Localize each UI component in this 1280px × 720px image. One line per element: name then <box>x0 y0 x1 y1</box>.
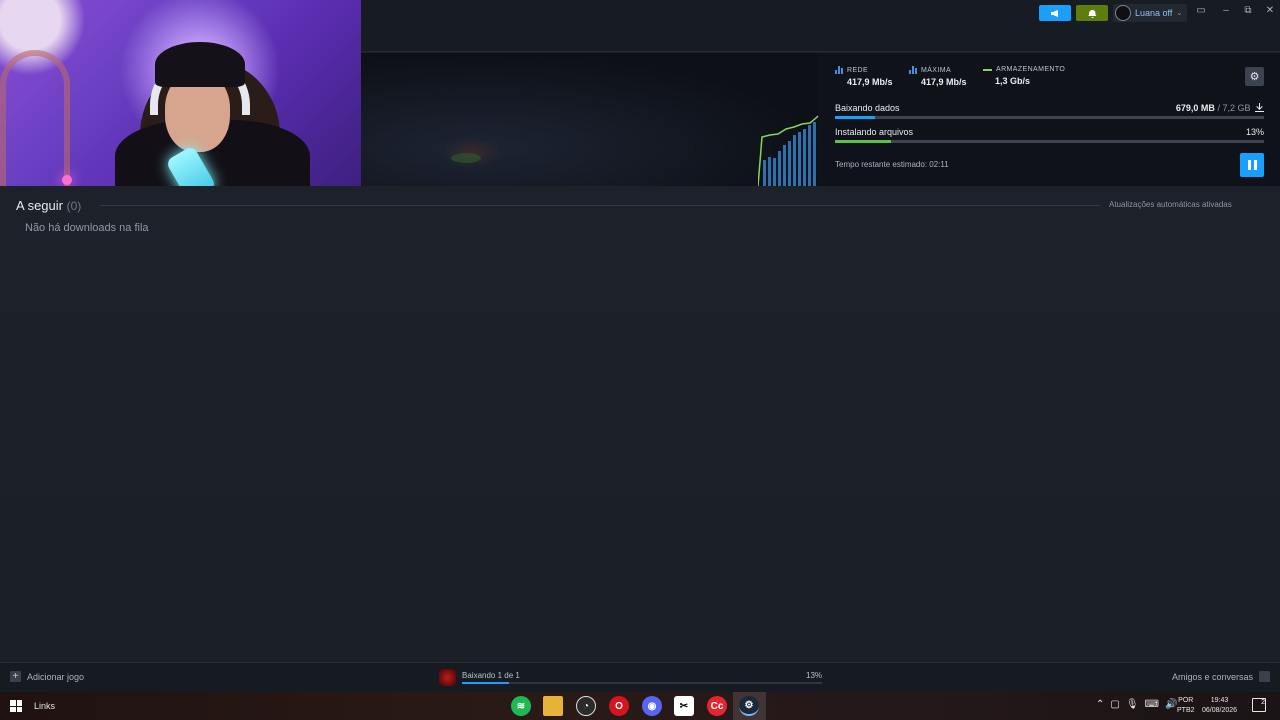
language-code: POR <box>1178 697 1194 704</box>
announcements-button[interactable] <box>1039 5 1071 21</box>
keyboard-layout: PTB2 <box>1177 707 1195 714</box>
queue-count: (0) <box>66 199 82 213</box>
notification-center-icon[interactable]: 2 <box>1252 698 1266 712</box>
stat-storage: ARMAZENAMENTO 1,3 Gb/s <box>983 66 1093 87</box>
user-name: Luana off <box>1135 8 1173 18</box>
links-toolbar[interactable]: Links <box>34 701 55 711</box>
game-art <box>361 53 819 186</box>
webcam-overlay <box>0 0 361 204</box>
screen: Luana off ⌄ ▭ – ⧉ ✕ REDE 417,9 Mb/s MÁXI… <box>0 0 1280 720</box>
avatar <box>1115 5 1131 21</box>
stat-network-value: 417,9 Mb/s <box>847 77 893 87</box>
game-icon <box>439 669 456 686</box>
webcam-cap <box>155 42 245 87</box>
bell-icon <box>1087 9 1096 18</box>
windows-taskbar: Links ≋ ◔ O ◉ ✂ Cc ⚙ ⌃ ▢ 🎙 ⌨ 🔊 POR PTB2 … <box>0 692 1280 720</box>
queue-title: A seguir (0) <box>16 198 81 213</box>
download-icon <box>1255 103 1264 112</box>
friends-label: Amigos e conversas <box>1171 671 1253 682</box>
auto-updates-status[interactable]: Atualizações automáticas ativadas <box>1109 200 1232 209</box>
monitor-icon[interactable]: ▭ <box>1194 5 1208 16</box>
download-status-button[interactable]: Baixando 1 de 1 13% <box>439 668 829 688</box>
installing-percent: 13% <box>1245 127 1264 137</box>
steam-icon[interactable]: ⚙ <box>739 696 759 716</box>
download-progress-fill <box>835 116 876 119</box>
close-icon[interactable]: ✕ <box>1263 5 1277 16</box>
system-tray: ⌃ ▢ 🎙 ⌨ 🔊 <box>1096 699 1177 710</box>
webcam-light <box>62 175 72 185</box>
downloading-row: Baixando dados 679,0 MB / 7,2 GB <box>835 103 1264 119</box>
minimize-icon[interactable]: – <box>1219 5 1233 16</box>
pause-button[interactable] <box>1240 153 1264 177</box>
cc-app-icon[interactable]: Cc <box>707 696 727 716</box>
obs-icon[interactable]: ◔ <box>576 696 596 716</box>
download-queue: A seguir (0) Atualizações automáticas at… <box>0 186 1280 662</box>
download-stats: REDE 417,9 Mb/s MÁXIMA 417,9 Mb/s ARMAZE… <box>835 66 1093 87</box>
system-clock[interactable]: 19:43 06/08/2026 <box>1202 696 1237 716</box>
chevron-down-icon: ⌄ <box>1176 10 1183 17</box>
stat-network: REDE 417,9 Mb/s <box>835 66 895 87</box>
add-game-button[interactable]: + Adicionar jogo <box>10 671 84 682</box>
time-remaining: Tempo restante estimado: 02:11 <box>835 160 949 169</box>
notifications-button[interactable] <box>1076 5 1108 21</box>
stat-peak: MÁXIMA 417,9 Mb/s <box>909 66 969 87</box>
download-settings-button[interactable]: ⚙ <box>1245 67 1264 86</box>
discord-icon[interactable]: ◉ <box>642 696 662 716</box>
microphone-icon[interactable]: 🎙 <box>1126 699 1139 710</box>
total-size: 7,2 GB <box>1222 103 1251 113</box>
notification-count: 2 <box>1261 699 1265 706</box>
installing-label: Instalando arquivos <box>835 127 914 137</box>
bar-chart-icon <box>909 66 917 74</box>
install-progress-track <box>835 140 1264 143</box>
webcam-mirror-decor <box>0 50 70 200</box>
capcut-icon[interactable]: ✂ <box>674 696 694 716</box>
megaphone-icon <box>1051 9 1058 17</box>
tray-chevron-icon[interactable]: ⌃ <box>1096 699 1104 710</box>
downloading-size: 679,0 MB / 7,2 GB <box>1176 103 1264 113</box>
pause-icon <box>1247 160 1257 170</box>
friends-icon <box>1259 671 1270 682</box>
queue-divider <box>100 205 1100 206</box>
windows-start-icon[interactable] <box>10 700 22 712</box>
install-progress-fill <box>835 140 891 143</box>
bar-chart-icon <box>835 66 843 74</box>
friends-chat-button[interactable]: Amigos e conversas <box>1172 671 1270 682</box>
add-game-label: Adicionar jogo <box>27 671 85 682</box>
game-art-accent <box>451 153 481 163</box>
line-icon <box>983 68 992 71</box>
steam-bottom-bar: + Adicionar jogo Baixando 1 de 1 13% Ami… <box>0 662 1280 692</box>
bandwidth-graph <box>758 115 819 186</box>
stat-peak-label: MÁXIMA <box>921 66 952 74</box>
queue-title-text: A seguir <box>16 198 63 213</box>
installing-row: Instalando arquivos 13% <box>835 127 1264 143</box>
opera-icon[interactable]: O <box>609 696 629 716</box>
download-status-fill <box>462 682 509 684</box>
gear-icon: ⚙ <box>1249 71 1260 83</box>
restore-icon[interactable]: ⧉ <box>1241 5 1255 16</box>
network-icon[interactable]: ⌨ <box>1145 699 1159 710</box>
stat-peak-value: 417,9 Mb/s <box>921 77 967 87</box>
file-explorer-icon[interactable] <box>543 696 563 716</box>
clock-date: 06/08/2026 <box>1202 707 1238 714</box>
size-separator: / <box>1217 103 1220 113</box>
user-menu[interactable]: Luana off ⌄ <box>1113 4 1188 22</box>
language-indicator[interactable]: POR PTB2 <box>1177 696 1195 716</box>
download-header: REDE 417,9 Mb/s MÁXIMA 417,9 Mb/s ARMAZE… <box>361 53 1280 186</box>
tray-device-icon[interactable]: ▢ <box>1110 699 1119 710</box>
queue-empty-message: Não há downloads na fila <box>25 222 149 234</box>
download-status-percent: 13% <box>806 671 823 680</box>
stat-storage-value: 1,3 Gb/s <box>995 76 1031 86</box>
clock-time: 19:43 <box>1210 697 1229 704</box>
download-status-track <box>462 682 822 684</box>
volume-icon[interactable]: 🔊 <box>1165 699 1177 710</box>
download-progress-track <box>835 116 1264 119</box>
spotify-icon[interactable]: ≋ <box>511 696 531 716</box>
download-status-text: Baixando 1 de 1 <box>462 671 520 680</box>
downloaded-amount: 679,0 MB <box>1175 103 1215 113</box>
stat-storage-label: ARMAZENAMENTO <box>996 66 1066 73</box>
plus-icon: + <box>10 671 21 682</box>
stat-network-label: REDE <box>847 66 869 74</box>
